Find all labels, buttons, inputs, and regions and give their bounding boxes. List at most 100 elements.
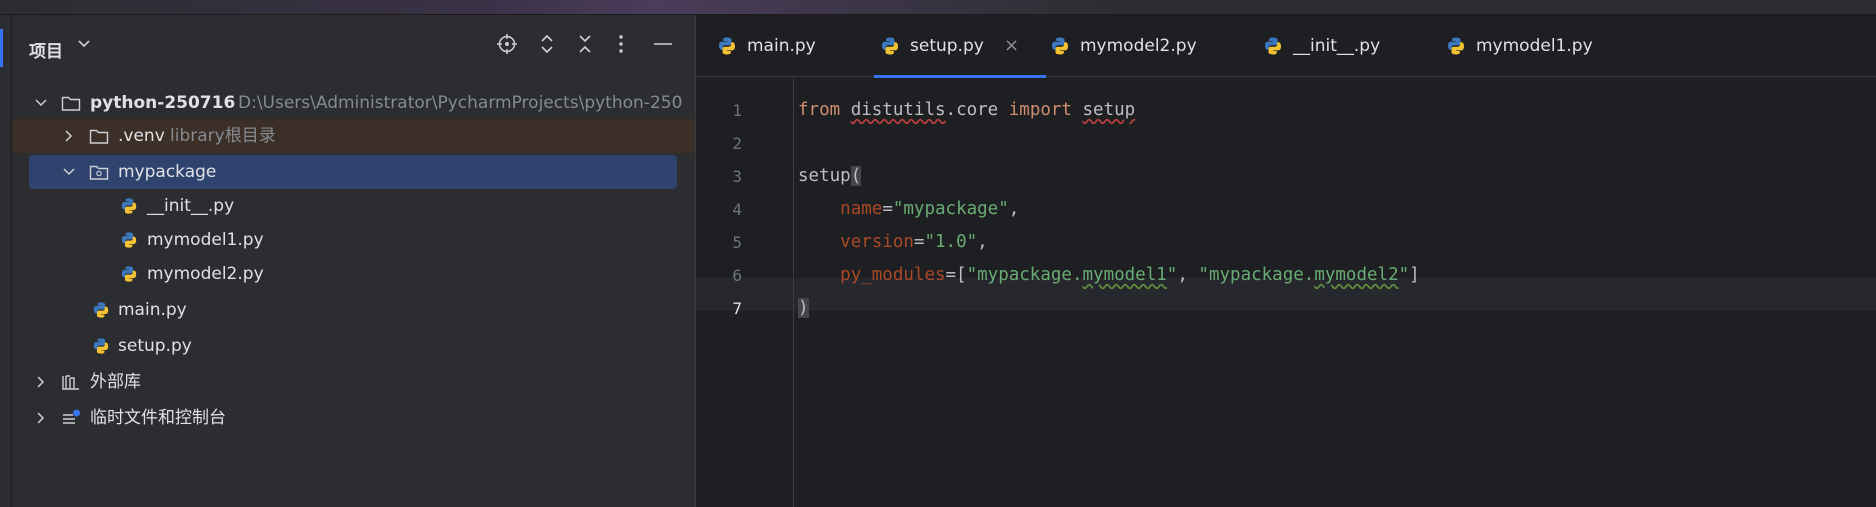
tab-mymodel1-py[interactable]: mymodel1.py <box>1446 15 1636 77</box>
string-value: "1.0" <box>924 232 978 252</box>
tree-item-label: .venv <box>118 126 165 146</box>
code-line-5: version="1.0", <box>840 232 988 252</box>
project-panel: 项目 python-250716 D:\Users\Administrator\… <box>12 15 695 507</box>
string-value: "mypackage. <box>1198 265 1315 285</box>
tree-item-label: python-250716 <box>90 93 236 113</box>
scratches-icon <box>63 409 80 424</box>
tree-item-init-py[interactable]: __init__.py <box>12 189 695 223</box>
line-number: 4 <box>732 200 742 219</box>
code-line-1: from distutils.core import setup <box>798 94 1135 127</box>
keyword-from: from <box>798 100 841 120</box>
close-tab-icon[interactable]: × <box>1004 15 1019 77</box>
minimize-icon[interactable] <box>652 33 674 55</box>
tree-item-label: 临时文件和控制台 <box>90 408 226 428</box>
chevron-right-icon[interactable] <box>34 375 48 389</box>
param-version: version <box>840 232 914 252</box>
code-line-6: py_modules=["mypackage.mymodel1", "mypac… <box>840 265 1420 285</box>
string-quote: " <box>1398 265 1410 285</box>
param-name: name <box>840 199 883 219</box>
python-file-icon <box>1265 37 1281 55</box>
tree-item-label: setup.py <box>118 336 192 356</box>
tree-item-venv[interactable]: .venv library根目录 <box>12 119 695 153</box>
line-number: 6 <box>732 266 742 285</box>
tree-item-project-root[interactable]: python-250716 D:\Users\Administrator\Pyc… <box>12 86 695 120</box>
python-file-icon <box>93 338 109 354</box>
keyword-import: import <box>1008 100 1072 120</box>
tree-item-external-libraries[interactable]: 外部库 <box>12 365 695 399</box>
project-panel-header: 项目 <box>12 15 695 63</box>
chevron-right-icon[interactable] <box>62 129 76 143</box>
tree-item-mypackage[interactable]: mypackage <box>29 155 677 189</box>
tree-item-main-py[interactable]: main.py <box>12 293 695 327</box>
tab-label: __init__.py <box>1293 36 1381 56</box>
tab-label: mymodel2.py <box>1080 36 1197 56</box>
string-value-module: mymodel1 <box>1082 265 1167 285</box>
python-file-icon <box>719 37 735 55</box>
tree-item-setup-py[interactable]: setup.py <box>12 329 695 363</box>
library-icon <box>62 375 79 390</box>
collapse-all-icon[interactable] <box>574 33 596 55</box>
tab-label: setup.py <box>910 36 984 56</box>
line-number: 1 <box>732 101 742 120</box>
python-file-icon <box>882 37 898 55</box>
module-core: .core <box>945 100 1009 120</box>
folder-icon <box>89 129 109 144</box>
locate-icon[interactable] <box>496 33 518 55</box>
code-line-4: name="mypackage", <box>840 199 1020 219</box>
code-line-7: ) <box>798 292 809 325</box>
string-value: "mypackage. <box>966 265 1083 285</box>
python-file-icon <box>121 198 137 214</box>
tab-setup-py[interactable]: setup.py × <box>874 15 1060 78</box>
python-file-icon <box>93 302 109 318</box>
tree-item-mymodel2-py[interactable]: mymodel2.py <box>12 257 695 291</box>
tree-item-label: 外部库 <box>90 372 141 392</box>
python-file-icon <box>1052 37 1068 55</box>
import-setup: setup <box>1082 100 1136 120</box>
more-options-icon[interactable] <box>610 33 632 55</box>
tree-item-mymodel1-py[interactable]: mymodel1.py <box>12 223 695 257</box>
folder-icon <box>61 96 81 111</box>
line-number: 3 <box>732 167 742 186</box>
line-number: 5 <box>732 233 742 252</box>
python-file-icon <box>1448 37 1464 55</box>
editor-area: main.py setup.py × mymodel2.py __init__.… <box>695 15 1876 507</box>
param-py-modules: py_modules <box>840 265 946 285</box>
chevron-down-icon[interactable] <box>62 165 76 179</box>
tool-window-strip <box>0 15 12 507</box>
tree-item-scratches[interactable]: 临时文件和控制台 <box>12 401 695 435</box>
string-quote: " <box>1166 265 1178 285</box>
module-distutils: distutils <box>850 100 946 120</box>
project-path: D:\Users\Administrator\PycharmProjects\p… <box>238 93 683 113</box>
python-file-icon <box>121 232 137 248</box>
tree-item-label: mypackage <box>118 162 217 182</box>
tree-item-hint: library根目录 <box>170 126 276 146</box>
active-tab-indicator <box>874 75 1046 78</box>
tree-item-label: __init__.py <box>147 196 235 216</box>
project-panel-title[interactable]: 项目 <box>29 37 63 62</box>
package-folder-icon <box>89 165 109 180</box>
line-number: 2 <box>732 134 742 153</box>
tree-item-label: mymodel2.py <box>147 264 264 284</box>
tab-main-py[interactable]: main.py <box>717 15 867 77</box>
line-number: 7 <box>732 299 742 318</box>
tab-mymodel2-py[interactable]: mymodel2.py <box>1050 15 1240 77</box>
tree-item-label: mymodel1.py <box>147 230 264 250</box>
expand-all-icon[interactable] <box>536 33 558 55</box>
python-file-icon <box>121 266 137 282</box>
close-paren: ) <box>798 298 809 318</box>
code-editor[interactable]: from distutils.core import setup setup( … <box>798 94 1420 318</box>
chevron-right-icon[interactable] <box>34 411 48 425</box>
project-tool-active-indicator <box>0 29 3 67</box>
line-number-gutter: 1 2 3 4 5 6 7 <box>696 77 794 507</box>
tab-label: mymodel1.py <box>1476 36 1593 56</box>
tab-label: main.py <box>747 36 816 56</box>
window-title-bar <box>0 0 1876 15</box>
call-setup: setup <box>798 166 851 186</box>
editor-tab-bar: main.py setup.py × mymodel2.py __init__.… <box>696 15 1876 78</box>
chevron-down-icon[interactable] <box>34 96 48 110</box>
tab-init-py[interactable]: __init__.py <box>1263 15 1433 77</box>
chevron-down-icon[interactable] <box>74 33 94 53</box>
code-line-3: setup( <box>798 160 862 193</box>
string-value: "mypackage" <box>892 199 1009 219</box>
string-value-module: mymodel2 <box>1314 265 1399 285</box>
